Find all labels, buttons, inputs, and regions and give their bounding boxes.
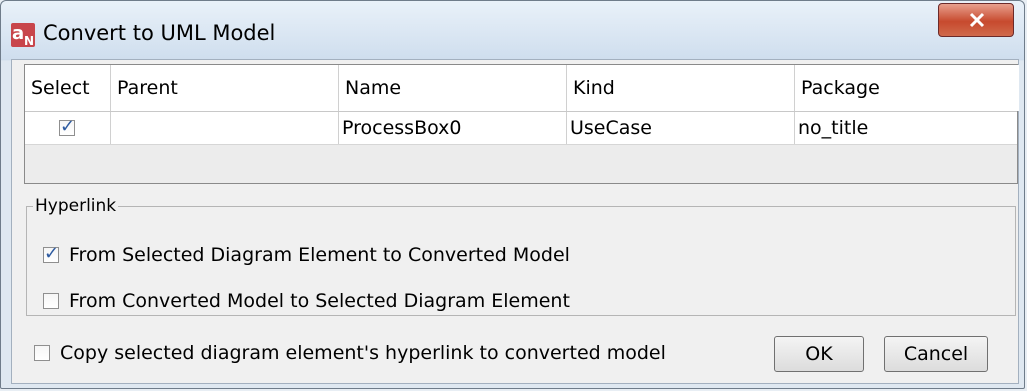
column-header-select[interactable]: Select [25, 65, 111, 111]
dialog-title: Convert to UML Model [43, 21, 276, 45]
parent-cell[interactable] [111, 112, 339, 144]
title-bar[interactable]: aN Convert to UML Model [1, 1, 1024, 59]
column-header-kind[interactable]: Kind [567, 65, 795, 111]
checkmark-icon: ✓ [44, 243, 60, 264]
hyperlink-model-to-diagram-checkbox[interactable] [43, 293, 59, 309]
hyperlink-group: Hyperlink ✓ From Selected Diagram Elemen… [26, 196, 1016, 316]
close-button[interactable] [938, 3, 1014, 37]
ok-button[interactable]: OK [774, 336, 864, 372]
copy-hyperlink-checkbox[interactable] [34, 345, 50, 361]
name-cell[interactable]: ProcessBox0 [339, 112, 567, 144]
kind-cell[interactable]: UseCase [567, 112, 795, 144]
hyperlink-diagram-to-model-label: From Selected Diagram Element to Convert… [69, 244, 570, 266]
hyperlink-model-to-diagram-label: From Converted Model to Selected Diagram… [69, 290, 570, 312]
app-icon: aN [11, 23, 35, 48]
close-icon [969, 12, 985, 28]
package-cell[interactable]: no_title [795, 112, 1019, 144]
column-header-package[interactable]: Package [795, 65, 1019, 111]
select-cell[interactable]: ✓ [25, 112, 111, 144]
model-table: Select Parent Name Kind Package ✓ Proces… [24, 64, 1019, 184]
copy-hyperlink-label: Copy selected diagram element's hyperlin… [60, 342, 666, 364]
row-select-checkbox[interactable]: ✓ [59, 116, 75, 137]
column-header-parent[interactable]: Parent [111, 65, 339, 111]
dialog-content: Select Parent Name Kind Package ✓ Proces… [11, 59, 1019, 384]
table-header: Select Parent Name Kind Package [25, 65, 1019, 112]
hyperlink-legend: Hyperlink [35, 196, 117, 216]
column-header-name[interactable]: Name [339, 65, 567, 111]
cancel-button[interactable]: Cancel [884, 336, 988, 372]
dialog-window: aN Convert to UML Model Select Parent Na… [0, 0, 1025, 389]
table-row[interactable]: ✓ ProcessBox0 UseCase no_title [25, 112, 1017, 145]
hyperlink-diagram-to-model-checkbox[interactable]: ✓ [43, 243, 59, 264]
checkmark-icon: ✓ [60, 116, 76, 137]
